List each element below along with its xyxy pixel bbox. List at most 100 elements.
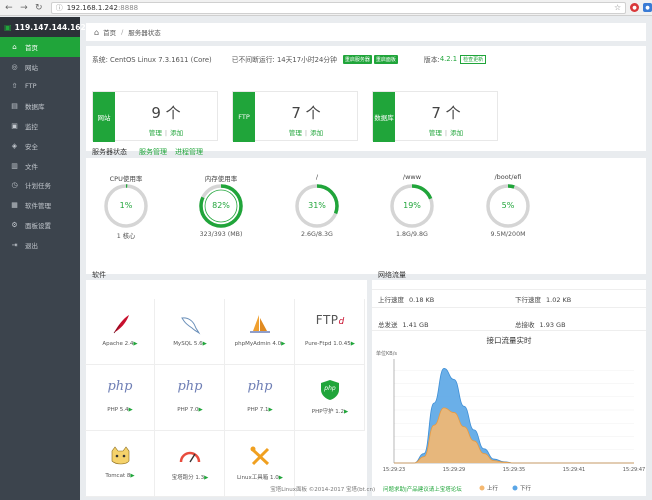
sidebar-item[interactable]: ⚙ 面板设置 [0, 215, 80, 235]
manage-link[interactable]: 管理 [429, 129, 442, 137]
x-tick-label: 15:29:29 [443, 467, 465, 473]
php-logo-text: php [247, 379, 273, 394]
play-icon[interactable]: ▶ [203, 341, 207, 347]
sidebar-item-label: 计划任务 [25, 182, 51, 191]
speedometer-icon [155, 445, 225, 469]
down-speed-label: 下行速度 [515, 296, 541, 304]
reload-icon[interactable]: ↻ [33, 2, 45, 14]
folder-icon: ▥ [11, 161, 18, 170]
bookmark-star-icon[interactable]: ☆ [614, 3, 621, 12]
sidebar-item[interactable]: ⇥ 退出 [0, 235, 80, 255]
shield-icon: ◈ [11, 141, 18, 150]
stat-card: 网站 9 个管理 | 添加 [92, 91, 218, 142]
gauge-value: 1% [119, 201, 133, 210]
software-name: PHP 7.0 [177, 407, 199, 413]
traffic-chart: 接口流量实时单位KB/s 15:29:23 15:29:29 15:29:35 15:2… [376, 335, 645, 492]
software-name: Tomcat 8 [105, 473, 131, 479]
url-port: :8888 [117, 3, 139, 12]
forward-icon[interactable]: → [18, 2, 30, 14]
footer: 宝塔Linux面板 ©2014-2017 宝塔(bt.cn) 问题求助|产品建议… [80, 485, 652, 493]
sidebar-item-label: 数据库 [25, 103, 45, 112]
software-name: Apache 2.4 [102, 341, 134, 347]
extension-blue-icon[interactable]: ● [643, 3, 652, 12]
software-item[interactable]: php PHP 7.0▶ [155, 365, 225, 431]
restart-panel-button[interactable]: 重启面板 [373, 54, 398, 64]
add-link[interactable]: 添加 [310, 129, 323, 137]
sidebar-item[interactable]: ▥ 文件 [0, 156, 80, 176]
sidebar-item[interactable]: ◷ 计划任务 [0, 176, 80, 196]
back-icon[interactable]: ← [3, 2, 15, 14]
software-name: phpMyAdmin 4.0 [234, 341, 282, 347]
gauge-value: 5% [501, 201, 515, 210]
version-label: 版本: [423, 56, 440, 64]
ftp-logo-text: FTP [315, 313, 339, 327]
total-send-value: 1.41 GB [402, 321, 429, 329]
browser-toolbar: ← → ↻ ⓘ 192.168.1.242:8888 ☆ ● ● [0, 0, 652, 16]
up-speed-label: 上行速度 [378, 296, 404, 304]
sidebar-item[interactable]: ⌂ 首页 [0, 37, 80, 57]
monitor-icon: ▣ [11, 122, 18, 131]
play-icon[interactable]: ▶ [269, 407, 273, 413]
stat-count: 7 个 [291, 104, 321, 122]
service-manage-link[interactable]: 服务管理 [139, 147, 167, 157]
php-guard-shield-icon: php [295, 379, 365, 403]
breadcrumb-home[interactable]: 首页 [103, 27, 116, 37]
play-icon[interactable]: ▶ [344, 409, 348, 415]
gauge-label: /boot/efi [494, 173, 522, 181]
software-item[interactable]: MySQL 5.6▶ [155, 299, 225, 365]
process-manage-link[interactable]: 进程管理 [175, 147, 203, 157]
play-icon[interactable]: ▶ [199, 407, 203, 413]
sidebar-item[interactable]: ◈ 安全 [0, 136, 80, 156]
grid-icon: ▦ [11, 201, 18, 210]
software-item[interactable]: php PHP 5.4▶ [85, 365, 155, 431]
sidebar-item[interactable]: ◎ 网站 [0, 57, 80, 77]
sidebar-item-label: FTP [25, 82, 37, 91]
extension-red-icon[interactable]: ● [630, 3, 640, 12]
play-icon[interactable]: ▶ [129, 407, 133, 413]
uptime: 已不间断运行: 14天17小时24分钟 [231, 56, 337, 64]
add-link[interactable]: 添加 [170, 129, 183, 137]
sidebar-item[interactable]: ▤ 数据库 [0, 96, 80, 116]
database-icon: ▤ [11, 102, 18, 111]
play-icon[interactable]: ▶ [130, 473, 134, 479]
down-speed: 下行速度 1.02 KB [515, 294, 571, 304]
software-item[interactable]: phpMyAdmin 4.0▶ [225, 299, 295, 365]
tools-icon [225, 445, 295, 469]
software-item[interactable]: FTPd Pure-Ftpd 1.0.45▶ [295, 299, 365, 365]
address-bar[interactable]: ⓘ 192.168.1.242:8888 ☆ [50, 1, 627, 14]
play-icon[interactable]: ▶ [281, 341, 285, 347]
sidebar-item-label: 安全 [25, 142, 38, 151]
total-send-label: 总发送 [378, 321, 398, 329]
x-tick-label: 15:29:35 [503, 467, 525, 473]
gauge-label: / [315, 173, 319, 181]
restart-server-button[interactable]: 重启服务器 [342, 54, 372, 64]
play-icon[interactable]: ▶ [133, 341, 137, 347]
home-icon[interactable]: ⌂ [94, 28, 99, 37]
manage-link[interactable]: 管理 [149, 129, 162, 137]
php-icon: php [155, 379, 225, 394]
page-info-icon[interactable]: ⓘ [56, 3, 63, 13]
software-name: Pure-Ftpd 1.0.45 [305, 341, 351, 347]
software-item[interactable]: php PHP 7.1▶ [225, 365, 295, 431]
down-speed-value: 1.02 KB [546, 296, 572, 304]
software-name: PHP 5.4 [107, 407, 129, 413]
check-update-button[interactable]: 检查更新 [460, 54, 487, 64]
mysql-dolphin-icon [155, 313, 225, 337]
play-icon[interactable]: ▶ [279, 475, 283, 481]
speedometer-icon [179, 451, 201, 463]
add-link[interactable]: 添加 [450, 129, 463, 137]
gauge-detail: 1.8G/9.8G [396, 231, 428, 238]
phpmyadmin-sail-icon [250, 315, 270, 333]
sidebar-item[interactable]: ⇧ FTP [0, 77, 80, 97]
footer-feedback-link[interactable]: 问题求助|产品建议请上宝塔论坛 [383, 487, 462, 493]
total-recv-value: 1.93 GB [539, 321, 566, 329]
os-info: 系统: CentOS Linux 7.3.1611 (Core) [92, 56, 212, 64]
php-icon: php [85, 379, 155, 394]
sidebar-item[interactable]: ▣ 监控 [0, 116, 80, 136]
manage-link[interactable]: 管理 [289, 129, 302, 137]
play-icon[interactable]: ▶ [351, 341, 355, 347]
software-item[interactable]: php PHP守护 1.2▶ [295, 365, 365, 431]
sidebar-item[interactable]: ▦ 软件管理 [0, 195, 80, 215]
software-item[interactable]: Apache 2.4▶ [85, 299, 155, 365]
play-icon[interactable]: ▶ [204, 475, 208, 481]
